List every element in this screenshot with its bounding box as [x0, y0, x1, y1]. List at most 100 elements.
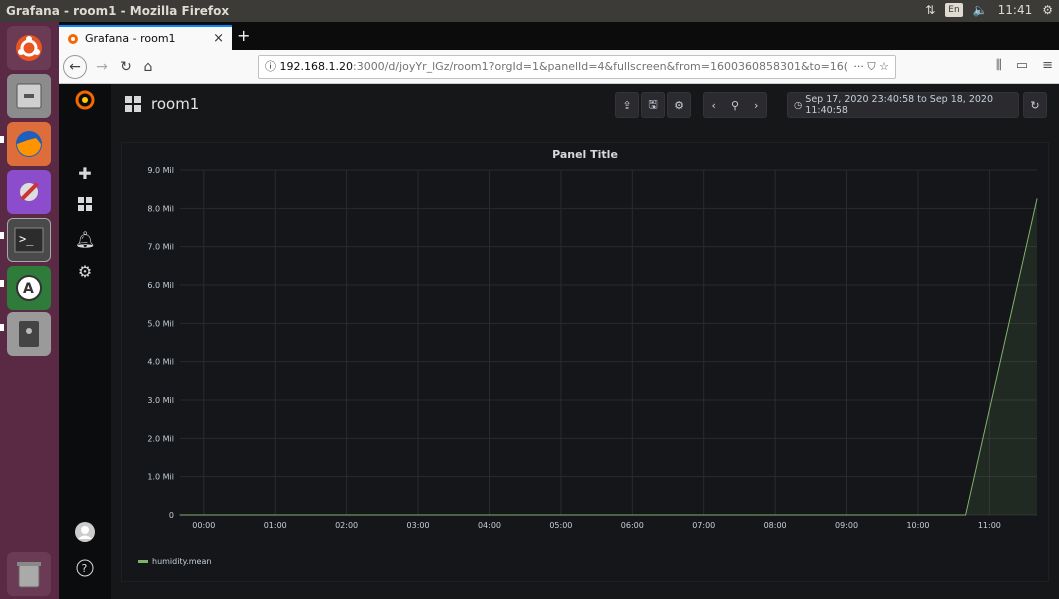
- dashboard-title-link[interactable]: room1: [125, 95, 199, 113]
- panel-title[interactable]: Panel Title: [122, 148, 1048, 161]
- clock[interactable]: 11:41: [998, 3, 1033, 17]
- bookmark-star-icon[interactable]: ☆: [879, 60, 889, 73]
- dashboard-grid-icon: [125, 96, 141, 112]
- settings-launcher[interactable]: [7, 170, 51, 214]
- refresh-icon[interactable]: ↻: [1023, 92, 1047, 118]
- x-tick-label: 00:00: [192, 521, 215, 530]
- help-question-icon[interactable]: ?: [75, 559, 95, 579]
- ubuntu-launcher: >_ A: [0, 22, 59, 599]
- firefox-icon: [16, 131, 42, 157]
- terminal-launcher[interactable]: >_: [7, 218, 51, 262]
- file-cabinet-icon: [16, 83, 42, 109]
- x-tick-label: 03:00: [407, 521, 430, 530]
- network-icon[interactable]: ⇅: [925, 3, 935, 17]
- trash-icon: [17, 562, 41, 588]
- home-icon[interactable]: ⌂: [137, 57, 159, 77]
- settings-cog-icon[interactable]: ⚙: [667, 92, 691, 118]
- tab-title: Grafana - room1: [85, 32, 176, 45]
- grafana-sidebar: ✚ 🔔︎ ⚙ ?: [59, 84, 111, 599]
- firefox-running-indicator: [0, 136, 4, 143]
- sidebar-toggle-icon[interactable]: ▭: [1016, 58, 1028, 73]
- share-icon[interactable]: ⇪: [615, 92, 639, 118]
- legend: humidity.mean: [138, 557, 211, 566]
- data-point: [179, 514, 181, 516]
- navigation-toolbar: ← → ↻ ⌂ ⓘ 192.168.1.20:3000/d/joyYr_lGz/…: [59, 50, 1059, 84]
- firefox-window: Grafana - room1 × + ← → ↻ ⌂ ⓘ 192.168.1.…: [59, 22, 1059, 599]
- y-tick-label: 3.0 Mil: [147, 396, 174, 405]
- clock-icon: ◷: [794, 99, 803, 111]
- files-launcher[interactable]: [7, 74, 51, 118]
- y-tick-label: 1.0 Mil: [147, 473, 174, 482]
- time-back-chevron-icon[interactable]: ‹: [712, 99, 716, 112]
- settings-gear-icon[interactable]: ⚙: [1042, 3, 1053, 17]
- firefox-launcher[interactable]: [7, 122, 51, 166]
- grafana-app: ✚ 🔔︎ ⚙ ? room1 ⇪ 🖫︎ ⚙ ‹ ⚲ › ◷ Sep 17, 20…: [59, 84, 1059, 599]
- y-tick-label: 6.0 Mil: [147, 281, 174, 290]
- x-tick-label: 01:00: [264, 521, 287, 530]
- x-tick-label: 08:00: [764, 521, 787, 530]
- new-tab-plus-icon[interactable]: +: [237, 26, 250, 45]
- y-tick-label: 2.0 Mil: [147, 434, 174, 443]
- url-bar[interactable]: ⓘ 192.168.1.20:3000/d/joyYr_lGz/room1?or…: [258, 55, 896, 79]
- x-tick-label: 04:00: [478, 521, 501, 530]
- legend-series-name[interactable]: humidity.mean: [152, 557, 211, 566]
- svg-text:A: A: [23, 281, 34, 297]
- volume-icon[interactable]: 🔈: [973, 3, 988, 17]
- terminal-running-indicator: [0, 232, 4, 239]
- time-forward-chevron-icon[interactable]: ›: [754, 99, 758, 112]
- save-icon[interactable]: 🖫︎: [641, 92, 665, 118]
- grafana-logo-icon[interactable]: [75, 90, 95, 110]
- disk-launcher[interactable]: [7, 312, 51, 356]
- hamburger-menu-icon[interactable]: ≡: [1042, 58, 1053, 73]
- storage-running-indicator: [0, 324, 4, 331]
- trash-launcher[interactable]: [7, 552, 51, 596]
- library-icon[interactable]: ⫼: [996, 58, 1002, 73]
- zoom-out-icon[interactable]: ⚲: [731, 99, 739, 112]
- svg-text:>_: >_: [19, 232, 34, 246]
- graph-panel: 0 1.0 Mil 2.0 Mil 3.0 Mil 4.0 Mil 5.0 Mil 6.0 …: [121, 142, 1049, 582]
- reload-icon[interactable]: ↻: [115, 57, 137, 77]
- time-range-picker[interactable]: ◷ Sep 17, 2020 23:40:58 to Sep 18, 2020 …: [787, 92, 1019, 118]
- tab-strip: Grafana - room1 × +: [59, 22, 1059, 50]
- data-point: [1036, 198, 1038, 200]
- graph-svg[interactable]: 0 1.0 Mil 2.0 Mil 3.0 Mil 4.0 Mil 5.0 Mil 6.0 …: [122, 143, 1050, 583]
- dashboard-navbar: room1 ⇪ 🖫︎ ⚙ ‹ ⚲ › ◷ Sep 17, 2020 23:40:…: [111, 84, 1059, 128]
- url-actions: ··· ⛉ ☆: [849, 56, 889, 78]
- pocket-icon[interactable]: ⛉: [867, 60, 875, 73]
- create-plus-icon[interactable]: ✚: [75, 164, 95, 184]
- x-tick-label: 07:00: [692, 521, 715, 530]
- time-navigation-group: ‹ ⚲ ›: [703, 92, 767, 118]
- x-tick-label: 09:00: [835, 521, 858, 530]
- software-launcher[interactable]: A: [7, 266, 51, 310]
- software-center-icon: A: [16, 275, 42, 301]
- user-avatar-icon[interactable]: [75, 522, 95, 542]
- y-tick-label: 7.0 Mil: [147, 243, 174, 252]
- x-tick-label: 05:00: [549, 521, 572, 530]
- ubuntu-logo-icon: [16, 35, 42, 61]
- toolbar-right-icons: ⫼ ▭ ≡: [996, 58, 1053, 73]
- page-actions-icon[interactable]: ···: [853, 60, 864, 73]
- dashboards-grid-icon[interactable]: [75, 196, 95, 216]
- keyboard-layout-indicator[interactable]: En: [945, 3, 963, 17]
- y-tick-label: 4.0 Mil: [147, 358, 174, 367]
- x-tick-label: 10:00: [906, 521, 929, 530]
- site-info-icon[interactable]: ⓘ: [265, 60, 276, 73]
- close-tab-icon[interactable]: ×: [213, 31, 224, 46]
- x-tick-label: 11:00: [978, 521, 1001, 530]
- y-tick-label: 0: [169, 511, 174, 520]
- dash-button[interactable]: [7, 26, 51, 70]
- alerting-bell-icon[interactable]: 🔔︎: [75, 230, 95, 250]
- dashboard-title: room1: [151, 95, 200, 113]
- tab-grafana-room1[interactable]: Grafana - room1 ×: [59, 25, 232, 50]
- legend-swatch: [138, 560, 148, 563]
- usb-drive-icon: [19, 321, 39, 347]
- forward-arrow-icon[interactable]: →: [91, 57, 113, 77]
- system-tray: ⇅ En 🔈 11:41 ⚙: [925, 3, 1053, 17]
- data-point: [965, 514, 967, 516]
- grafana-favicon-icon: [68, 33, 78, 44]
- back-arrow-icon[interactable]: ←: [63, 55, 87, 79]
- configuration-gear-icon[interactable]: ⚙: [75, 262, 95, 282]
- y-tick-label: 5.0 Mil: [147, 319, 174, 328]
- url-path: :3000/d/joyYr_lGz/room1?orgId=1&panelId=…: [352, 60, 849, 73]
- terminal-icon: >_: [14, 227, 44, 253]
